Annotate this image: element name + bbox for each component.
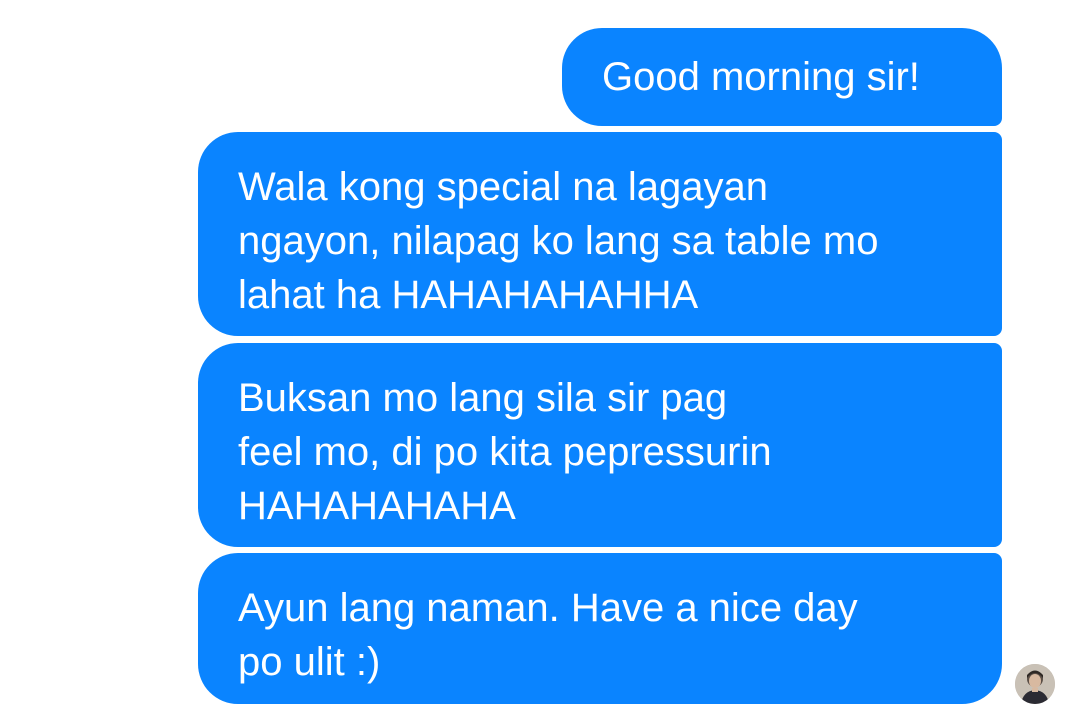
message-text-line: ngayon, nilapag ko lang sa table mo: [238, 219, 879, 263]
message-text-line: Good morning sir!: [602, 55, 920, 99]
message-text-line: Ayun lang naman. Have a nice day: [238, 586, 858, 630]
avatar-photo-icon: [1015, 664, 1055, 704]
message-text-line: Wala kong special na lagayan: [238, 165, 768, 209]
sent-message-bubble[interactable]: Ayun lang naman. Have a nice day po ulit…: [198, 553, 1002, 704]
message-text-line: HAHAHAHAHA: [238, 484, 516, 528]
sent-message-bubble[interactable]: Wala kong special na lagayan ngayon, nil…: [198, 132, 1002, 336]
message-text-line: feel mo, di po kita pepressurin: [238, 430, 772, 474]
sent-message-bubble[interactable]: Good morning sir!: [562, 28, 1002, 126]
message-thread: Good morning sir! Wala kong special na l…: [0, 0, 1080, 721]
message-text-line: po ulit :): [238, 640, 381, 684]
sent-message-bubble[interactable]: Buksan mo lang sila sir pag feel mo, di …: [198, 343, 1002, 547]
message-text-line: lahat ha HAHAHAHAHHA: [238, 273, 699, 317]
sender-avatar-icon[interactable]: [1015, 664, 1055, 704]
message-text-line: Buksan mo lang sila sir pag: [238, 376, 728, 420]
